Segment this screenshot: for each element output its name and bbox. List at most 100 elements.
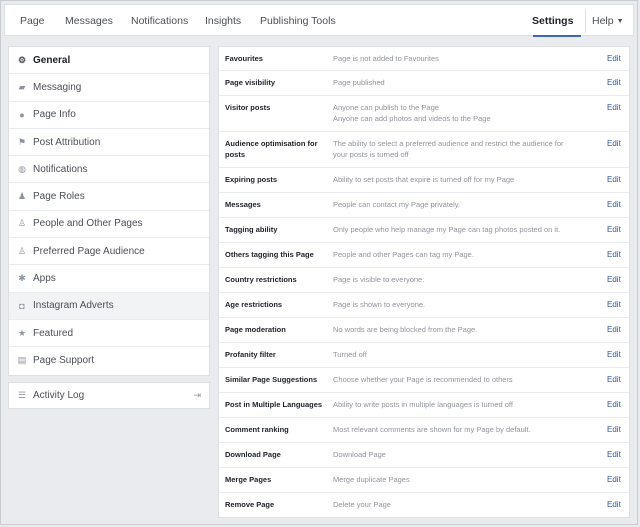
setting-value: Turned off: [333, 349, 607, 367]
setting-name: Visitor posts: [225, 103, 271, 112]
setting-name: Page moderation: [225, 325, 286, 334]
settings-row-expiring-posts: Expiring posts Ability to set posts that…: [219, 168, 629, 193]
edit-link[interactable]: Edit: [607, 424, 629, 442]
settings-row-merge-pages: Merge Pages Merge duplicate Pages Edit: [219, 468, 629, 493]
nav-notifications[interactable]: Notifications: [131, 15, 188, 27]
edit-link[interactable]: Edit: [607, 449, 629, 467]
setting-value: People and other Pages can tag my Page.: [333, 249, 607, 267]
sidebar-item-label: Instagram Adverts: [33, 300, 114, 312]
sidebar-item-label: Notifications: [33, 163, 88, 175]
setting-name: Post in Multiple Languages: [225, 400, 323, 409]
sidebar-item-preferred-page-audience[interactable]: ♙ Preferred Page Audience: [9, 238, 209, 266]
location-pin-icon: ●: [19, 109, 25, 120]
sidebar-item-page-roles[interactable]: ♟ Page Roles: [9, 183, 209, 211]
setting-value-line: Ability to write posts in multiple langu…: [333, 400, 513, 409]
edit-link[interactable]: Edit: [607, 274, 629, 292]
setting-value-line: Anyone can publish to the Page: [333, 103, 439, 112]
edit-link[interactable]: Edit: [607, 199, 629, 217]
sidebar-item-label: Featured: [33, 327, 74, 339]
setting-value-line: No words are being blocked from the Page…: [333, 325, 478, 334]
open-arrow-icon: ⇥: [193, 390, 201, 400]
sidebar-item-people-and-other-pages[interactable]: ♙ People and Other Pages: [9, 211, 209, 239]
settings-row-visitor-posts: Visitor posts Anyone can publish to the …: [219, 96, 629, 132]
settings-row-page-moderation: Page moderation No words are being block…: [219, 318, 629, 343]
sidebar-item-label: Apps: [33, 273, 56, 285]
setting-value-line: Page is visible to everyone.: [333, 275, 425, 284]
sidebar-item-apps[interactable]: ✱ Apps: [9, 265, 209, 293]
sidebar-item-label: Page Roles: [33, 191, 85, 203]
active-tab-indicator: [533, 35, 581, 37]
setting-value: People can contact my Page privately.: [333, 199, 607, 217]
setting-value: The ability to select a preferred audien…: [333, 138, 607, 167]
edit-link[interactable]: Edit: [607, 299, 629, 317]
setting-value-line: your posts is turned off: [333, 150, 409, 159]
setting-name: Age restrictions: [225, 300, 283, 309]
top-navigation: Page Messages Notifications Insights Pub…: [4, 4, 634, 37]
setting-value-line: Delete your Page: [333, 500, 391, 509]
nav-insights[interactable]: Insights: [205, 15, 241, 27]
nav-messages[interactable]: Messages: [65, 15, 113, 27]
sidebar-item-general[interactable]: ⚙ General: [9, 47, 209, 75]
activity-log-link[interactable]: ☰ Activity Log ⇥: [8, 382, 210, 409]
edit-link[interactable]: Edit: [607, 138, 629, 167]
setting-value-line: Anyone can add photos and videos to the …: [333, 114, 491, 123]
sidebar-item-featured[interactable]: ★ Featured: [9, 320, 209, 348]
sidebar-item-page-info[interactable]: ● Page Info: [9, 102, 209, 129]
nav-page[interactable]: Page: [20, 15, 45, 27]
setting-value-line: Page is shown to everyone.: [333, 300, 426, 309]
sidebar-item-messaging[interactable]: ▰ Messaging: [9, 74, 209, 102]
edit-link[interactable]: Edit: [607, 399, 629, 417]
edit-link[interactable]: Edit: [607, 77, 629, 95]
sidebar-item-post-attribution[interactable]: ⚑ Post Attribution: [9, 129, 209, 157]
settings-row-country-restrictions: Country restrictions Page is visible to …: [219, 268, 629, 293]
settings-row-favourites: Favourites Page is not added to Favourit…: [219, 47, 629, 71]
support-icon: ▤: [17, 355, 27, 366]
setting-value: Ability to write posts in multiple langu…: [333, 399, 607, 417]
star-icon: ★: [17, 327, 27, 338]
sidebar-item-label: Preferred Page Audience: [33, 245, 145, 257]
edit-link[interactable]: Edit: [607, 349, 629, 367]
settings-row-tagging-ability: Tagging ability Only people who help man…: [219, 218, 629, 243]
activity-log-label: Activity Log: [33, 390, 85, 401]
edit-link[interactable]: Edit: [607, 499, 629, 517]
edit-link[interactable]: Edit: [607, 174, 629, 192]
sidebar-item-instagram-adverts[interactable]: ◘ Instagram Adverts: [9, 292, 209, 320]
setting-name: Comment ranking: [225, 425, 289, 434]
setting-value: Ability to set posts that expire is turn…: [333, 174, 607, 192]
list-icon: ☰: [17, 390, 27, 400]
edit-link[interactable]: Edit: [607, 224, 629, 242]
nav-settings[interactable]: Settings: [532, 15, 573, 27]
setting-name: Messages: [225, 200, 261, 209]
setting-name: Favourites: [225, 54, 263, 63]
sidebar-item-notifications[interactable]: ◍ Notifications: [9, 156, 209, 184]
setting-value-line: The ability to select a preferred audien…: [333, 139, 564, 148]
edit-link[interactable]: Edit: [607, 249, 629, 267]
nav-publishing-tools[interactable]: Publishing Tools: [260, 15, 336, 27]
people-icon: ♙: [17, 245, 27, 256]
caret-down-icon: ▼: [616, 18, 624, 25]
settings-row-download-page: Download Page Download Page Edit: [219, 443, 629, 468]
setting-value-line: Most relevant comments are shown for my …: [333, 425, 531, 434]
nav-help[interactable]: Help ▼: [592, 15, 624, 27]
gear-icon: ⚙: [17, 54, 27, 65]
setting-value: Anyone can publish to the Page Anyone can…: [333, 102, 607, 131]
edit-link[interactable]: Edit: [607, 374, 629, 392]
setting-value-line: People can contact my Page privately.: [333, 200, 461, 209]
setting-value-line: Page published: [333, 78, 385, 87]
edit-link[interactable]: Edit: [607, 102, 629, 131]
edit-link[interactable]: Edit: [607, 53, 629, 70]
sidebar-item-page-support[interactable]: ▤ Page Support: [9, 347, 209, 374]
setting-value: Page published: [333, 77, 607, 95]
edit-link[interactable]: Edit: [607, 474, 629, 492]
setting-name: Similar Page Suggestions: [225, 375, 318, 384]
setting-value-line: Merge duplicate Pages: [333, 475, 410, 484]
setting-value-line: People and other Pages can tag my Page.: [333, 250, 474, 259]
setting-name: Page visibility: [225, 78, 276, 87]
person-icon: ♟: [17, 191, 27, 202]
setting-value: Page is shown to everyone.: [333, 299, 607, 317]
sidebar-item-label: General: [33, 54, 71, 66]
settings-sidebar: ⚙ General ▰ Messaging ● Page Info ⚑ Post…: [8, 46, 210, 376]
globe-icon: ◍: [18, 163, 26, 174]
edit-link[interactable]: Edit: [607, 324, 629, 342]
sidebar-item-label: Messaging: [33, 81, 82, 93]
